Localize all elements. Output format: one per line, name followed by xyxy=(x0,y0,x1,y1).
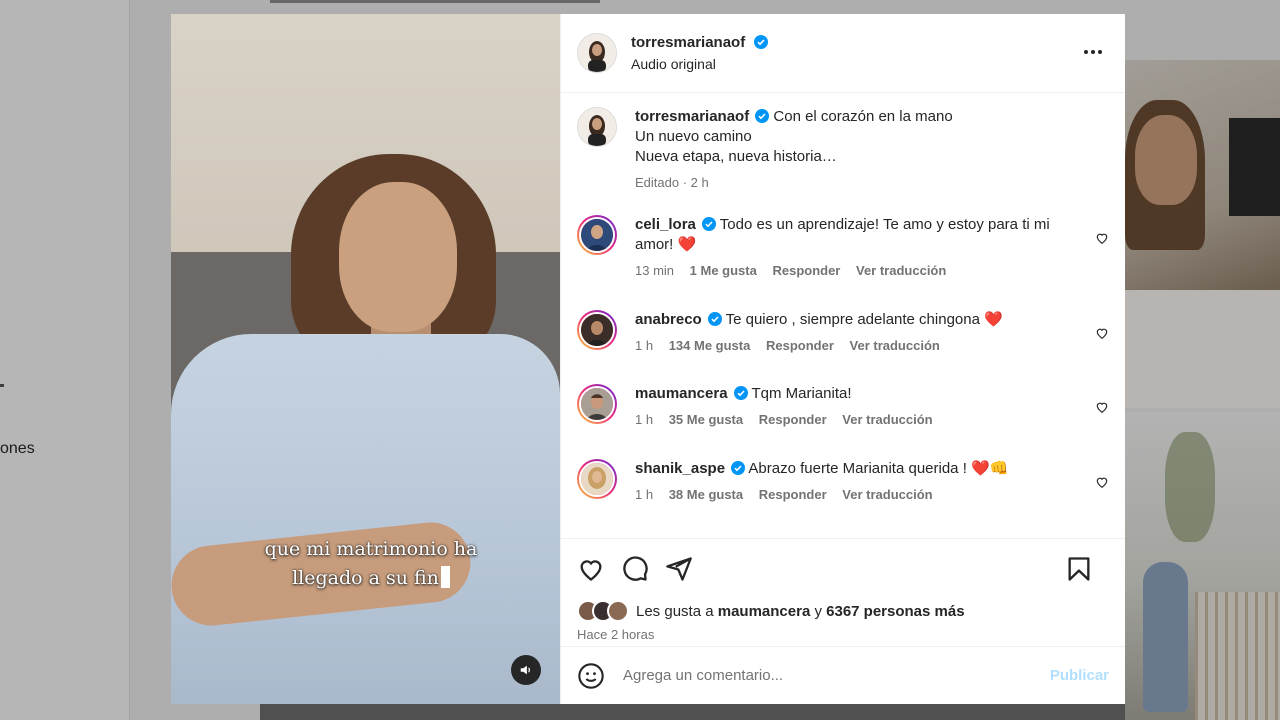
avatar[interactable] xyxy=(577,107,617,147)
comment-time: 1 h xyxy=(635,338,654,353)
comment-text: Tqm Marianita! xyxy=(751,385,852,402)
caption-line: Con el corazón en la mano xyxy=(773,108,953,125)
reply-button[interactable]: Responder xyxy=(759,412,827,427)
translate-button[interactable]: Ver traducción xyxy=(842,412,932,427)
comment-text: Todo es un aprendizaje! Te amo y estoy p… xyxy=(635,216,1050,253)
post-caption: torresmarianaof Con el corazón en la man… xyxy=(577,107,1109,215)
avatar-image xyxy=(578,108,616,146)
verified-badge-icon xyxy=(701,217,716,231)
translate-button[interactable]: Ver traducción xyxy=(842,487,932,502)
video-subtitle-line: llegado a su fin xyxy=(292,567,439,589)
comment-time: 1 h xyxy=(635,412,654,427)
post-modal: que mi matrimonio ha llegado a su fin to… xyxy=(171,14,1125,704)
avatar-image xyxy=(578,34,616,72)
video-subtitle-line: que mi matrimonio ha xyxy=(264,538,478,560)
comments-list[interactable]: torresmarianaof Con el corazón en la man… xyxy=(561,93,1125,538)
comment-time: 1 h xyxy=(635,487,654,502)
post-header: torresmarianaof Audio original xyxy=(561,14,1125,93)
likes-others[interactable]: 6367 personas más xyxy=(826,603,964,620)
heart-icon[interactable] xyxy=(1095,326,1109,340)
subtitle-cursor xyxy=(440,566,450,588)
heart-icon[interactable] xyxy=(1095,475,1109,489)
likes-connector: y xyxy=(814,602,822,620)
comment-text: Abrazo fuerte Marianita querida ! ❤️👊 xyxy=(748,460,1009,477)
share-icon[interactable] xyxy=(665,555,693,583)
likes-user[interactable]: maumancera xyxy=(718,603,811,620)
avatar[interactable] xyxy=(577,310,617,350)
comment-username[interactable]: maumancera xyxy=(635,385,728,402)
caption-line: Nueva etapa, nueva historia… xyxy=(635,148,837,165)
caption-line: Un nuevo camino xyxy=(635,128,752,145)
comment-username[interactable]: celi_lora xyxy=(635,216,696,233)
comment-username[interactable]: shanik_aspe xyxy=(635,460,725,477)
bookmark-icon[interactable] xyxy=(1065,555,1093,583)
add-comment-bar: Publicar xyxy=(561,646,1125,704)
caption-username[interactable]: torresmarianaof xyxy=(635,108,749,125)
comment-username[interactable]: anabreco xyxy=(635,311,702,328)
reply-button[interactable]: Responder xyxy=(772,263,840,278)
translate-button[interactable]: Ver traducción xyxy=(850,338,940,353)
comment-row: celi_lora Todo es un aprendizaje! Te amo… xyxy=(577,215,1109,310)
liker-avatars xyxy=(577,600,629,622)
comment-likes-count[interactable]: 38 Me gusta xyxy=(669,487,743,502)
comment-text: Te quiero , siempre adelante chingona ❤️ xyxy=(725,311,1003,328)
comment-input[interactable] xyxy=(623,667,1050,684)
comment-row: anabreco Te quiero , siempre adelante ch… xyxy=(577,310,1109,384)
comment-likes-count[interactable]: 1 Me gusta xyxy=(690,263,757,278)
comment-likes-count[interactable]: 35 Me gusta xyxy=(669,412,743,427)
verified-badge-icon xyxy=(707,312,722,326)
heart-icon[interactable] xyxy=(1095,400,1109,414)
reply-button[interactable]: Responder xyxy=(766,338,834,353)
caption-edited-time: Editado · 2 h xyxy=(635,175,709,190)
avatar[interactable] xyxy=(577,459,617,499)
verified-badge-icon xyxy=(755,109,770,123)
avatar[interactable] xyxy=(577,384,617,424)
comment-likes-count[interactable]: 134 Me gusta xyxy=(669,338,751,353)
comment-time: 13 min xyxy=(635,263,675,278)
comment-row: maumancera Tqm Marianita! 1 h 35 Me gust… xyxy=(577,384,1109,459)
verified-badge-icon xyxy=(753,35,768,49)
post-video[interactable]: que mi matrimonio ha llegado a su fin xyxy=(171,14,560,704)
post-side-panel: torresmarianaof Audio original torresmar… xyxy=(560,14,1125,704)
heart-icon[interactable] xyxy=(577,555,605,583)
comment-row: shanik_aspe Abrazo fuerte Marianita quer… xyxy=(577,459,1109,502)
sound-toggle-button[interactable] xyxy=(511,655,541,685)
avatar[interactable] xyxy=(577,33,617,73)
comment-icon[interactable] xyxy=(621,555,649,583)
avatar[interactable] xyxy=(577,215,617,255)
post-author-username[interactable]: torresmarianaof xyxy=(631,34,745,51)
publish-button[interactable]: Publicar xyxy=(1050,667,1109,684)
more-options-icon[interactable] xyxy=(1081,42,1105,62)
reply-button[interactable]: Responder xyxy=(759,487,827,502)
likes-summary[interactable]: Les gusta a maumancera y 6367 personas m… xyxy=(561,598,1125,624)
emoji-icon[interactable] xyxy=(577,662,605,690)
sound-icon xyxy=(520,665,530,675)
verified-badge-icon xyxy=(731,461,746,475)
post-actions-bar xyxy=(561,538,1125,598)
audio-label[interactable]: Audio original xyxy=(631,56,768,72)
post-time: Hace 2 horas xyxy=(577,627,655,642)
likes-prefix: Les gusta a xyxy=(636,602,714,620)
video-subtitle: que mi matrimonio ha llegado a su fin xyxy=(231,535,511,593)
translate-button[interactable]: Ver traducción xyxy=(856,263,946,278)
heart-icon[interactable] xyxy=(1095,231,1109,245)
verified-badge-icon xyxy=(733,386,748,400)
